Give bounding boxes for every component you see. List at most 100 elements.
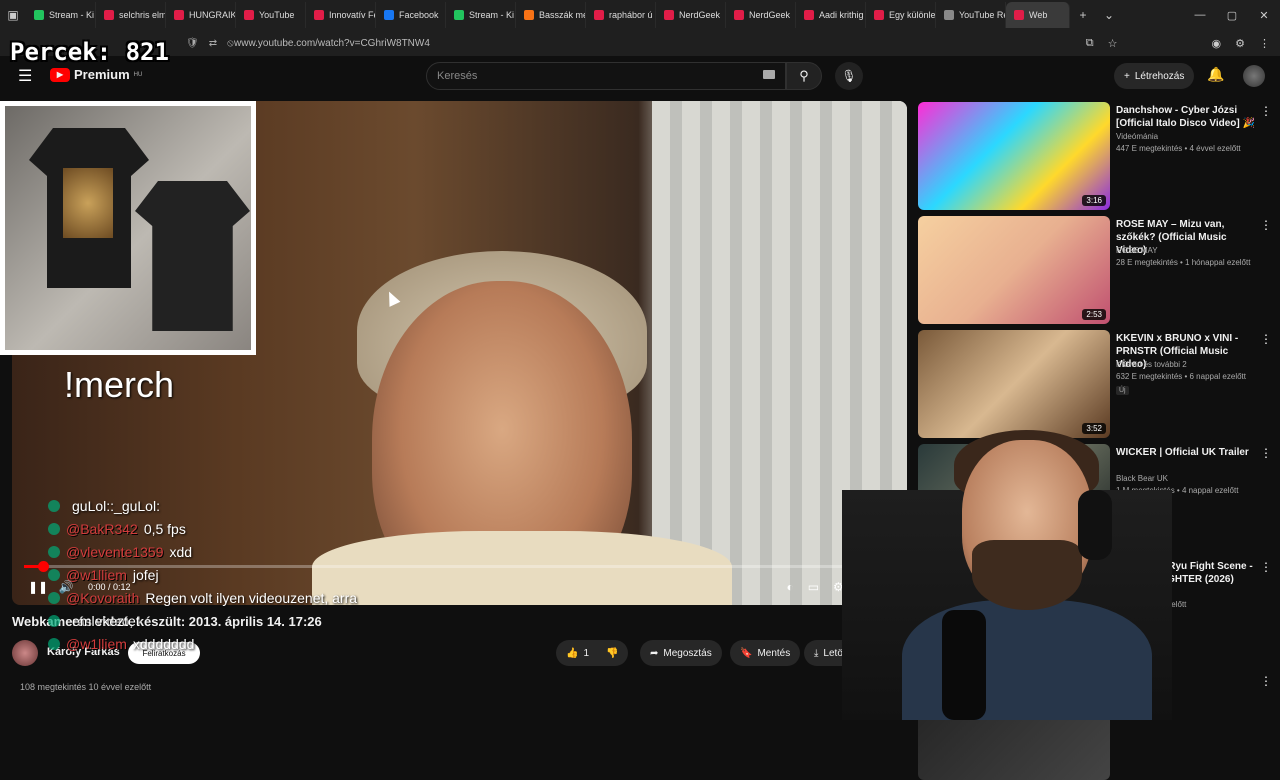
profile-icon[interactable]: ◉ — [1212, 37, 1222, 50]
tab-label: Basszák me — [539, 10, 586, 20]
url-field[interactable]: www.youtube.com/watch?v=CGhriW8TNW4 — [234, 38, 430, 49]
browser-tab-bar: ▣ Stream - Ki selchris elm HUNGRAIK YouTube… — [0, 0, 1280, 30]
search-input[interactable]: Keresés — [426, 62, 786, 90]
webcam-person-beard — [972, 540, 1082, 610]
tab-favicon-icon — [174, 10, 184, 20]
lock-icon[interactable]: 🛡 — [186, 38, 199, 49]
tab-actions-icon[interactable]: ▣ — [0, 2, 26, 28]
new-tab-button[interactable]: + — [1070, 2, 1096, 28]
player-controls: ❚❚ 🔊 0:00 / 0:12 ◐ ▭ ⚙ ⧉ ⤢ — [24, 576, 894, 598]
thumbs-down-icon[interactable]: 👎 — [606, 648, 618, 659]
browser-tab[interactable]: Aadi krithig — [796, 2, 866, 28]
bookmark-star-icon[interactable]: ☆ — [1108, 37, 1118, 50]
tab-label: HUNGRAIK — [189, 10, 236, 20]
like-count: 1 — [583, 647, 590, 659]
browser-tab[interactable]: Facebook — [376, 2, 446, 28]
browser-tab[interactable]: selchris elm — [96, 2, 166, 28]
chat-message: @BakR342 0,5 fps — [48, 517, 357, 540]
more-options-icon[interactable]: ⋮ — [1260, 218, 1272, 232]
tshirt-front-image — [135, 181, 250, 331]
keyboard-icon[interactable] — [763, 70, 775, 79]
bookmark-icon: 🔖 — [740, 647, 753, 659]
share-icon[interactable]: ⦸ — [227, 38, 234, 49]
user-avatar[interactable] — [1243, 65, 1265, 87]
maximize-button[interactable]: ▢ — [1216, 9, 1248, 22]
recommended-video[interactable]: 3:16 Danchshow - Cyber Józsi [Official It… — [918, 102, 1273, 210]
more-options-icon[interactable]: ⋮ — [1260, 674, 1272, 688]
browser-tab[interactable]: Stream - Ki — [26, 2, 96, 28]
browser-tab[interactable]: raphábor ú — [586, 2, 656, 28]
chat-message: @w1lliem xddddddd — [48, 632, 357, 655]
progress-scrubber[interactable] — [38, 561, 49, 572]
chat-message: emlekeztet — [48, 609, 357, 632]
recommended-video-title[interactable]: Danchshow - Cyber Józsi [Official Italo … — [1116, 104, 1256, 130]
video-thumbnail[interactable]: 2:53 — [918, 216, 1110, 324]
more-options-icon[interactable]: ⋮ — [1260, 332, 1272, 346]
download-icon: ⤓ — [814, 647, 819, 659]
tab-label: YouTube — [259, 10, 295, 20]
webcam-person-body — [902, 600, 1152, 720]
youtube-logo[interactable]: ▶ Premium HU — [50, 67, 142, 82]
minimize-button[interactable]: — — [1184, 9, 1216, 22]
tab-label: Web — [1029, 10, 1048, 20]
video-thumbnail[interactable]: 3:16 — [918, 102, 1110, 210]
browser-tab[interactable]: YouTube Re — [936, 2, 1006, 28]
captions-icon[interactable]: ▭ — [808, 580, 819, 595]
browser-tab[interactable]: Stream - Ki — [446, 2, 516, 28]
search-button[interactable]: ⚲ — [786, 62, 822, 90]
notifications-bell-icon[interactable]: 🔔 — [1207, 66, 1224, 83]
more-options-icon[interactable]: ⋮ — [1260, 560, 1272, 574]
tab-list-chevron-icon[interactable]: ⌄ — [1096, 2, 1122, 28]
mic-icon: 🎙 — [841, 69, 857, 83]
video-progress-bar[interactable] — [24, 561, 894, 572]
channel-avatar[interactable] — [12, 640, 38, 666]
save-button[interactable]: 🔖 Mentés — [730, 640, 801, 666]
extensions-icon[interactable]: ⚙ — [1235, 37, 1245, 50]
tune-icon[interactable]: ⇄ — [209, 38, 217, 49]
voice-search-button[interactable]: 🎙 — [835, 62, 863, 90]
tab-favicon-icon — [384, 10, 394, 20]
browser-tab[interactable]: Web — [1006, 2, 1070, 28]
create-label: Létrehozás — [1134, 70, 1185, 82]
video-duration: 3:16 — [1082, 195, 1106, 206]
volume-icon[interactable]: 🔊 — [52, 580, 80, 594]
share-button[interactable]: ➦ Megosztás — [640, 640, 722, 666]
tab-label: raphábor ú — [609, 10, 653, 20]
pause-button[interactable]: ❚❚ — [24, 580, 52, 594]
more-options-icon[interactable]: ⋮ — [1260, 446, 1272, 460]
browser-tab[interactable]: NerdGeek — [726, 2, 796, 28]
merch-image — [5, 106, 251, 350]
streamer-webcam-overlay — [842, 430, 1172, 720]
autoplay-toggle[interactable]: ◐ — [786, 580, 793, 595]
close-window-button[interactable]: ✕ — [1248, 9, 1280, 22]
tab-favicon-icon — [664, 10, 674, 20]
recommended-video-channel[interactable]: Videómánia — [1116, 132, 1158, 141]
recommended-video[interactable]: 3:52 KKEVIN x BRUNO x VINI - PRNSTR (Offi… — [918, 330, 1273, 438]
browser-tab[interactable]: Basszák me — [516, 2, 586, 28]
recommended-video[interactable]: 2:53 ROSE MAY – Mizu van, szőkék? (Offici… — [918, 216, 1273, 324]
chat-message: guLol::_guLol: — [48, 494, 357, 517]
search-icon: ⚲ — [799, 68, 809, 83]
browser-tab[interactable]: Egy különle — [866, 2, 936, 28]
recommended-video-channel[interactable]: KKevin és további 2 — [1116, 360, 1187, 369]
tab-favicon-icon — [594, 10, 604, 20]
browser-tab[interactable]: NerdGeek — [656, 2, 726, 28]
merch-command-label: !merch — [64, 364, 175, 405]
browser-tab[interactable]: Innovatív Fe — [306, 2, 376, 28]
tab-favicon-icon — [734, 10, 744, 20]
tab-label: NerdGeek — [679, 10, 721, 20]
like-button[interactable]: 👍 1 👎 — [556, 640, 629, 666]
hamburger-menu-icon[interactable]: ☰ — [18, 66, 32, 86]
video-thumbnail[interactable]: 3:52 — [918, 330, 1110, 438]
browser-tab[interactable]: HUNGRAIK — [166, 2, 236, 28]
create-button[interactable]: + Létrehozás — [1114, 63, 1195, 89]
site-info-icons[interactable]: 🛡 ⇄ ⦸ — [186, 38, 234, 49]
install-app-icon[interactable]: ⧉ — [1086, 37, 1094, 50]
recommended-video-channel[interactable]: ROSE MAY — [1116, 246, 1158, 255]
chat-text: emlekeztet — [72, 612, 140, 629]
more-options-icon[interactable]: ⋮ — [1260, 104, 1272, 118]
thumbs-up-icon: 👍 — [566, 647, 579, 659]
new-badge: Új — [1116, 386, 1129, 395]
browser-tab[interactable]: YouTube — [236, 2, 306, 28]
menu-icon[interactable]: ⋮ — [1259, 37, 1270, 50]
